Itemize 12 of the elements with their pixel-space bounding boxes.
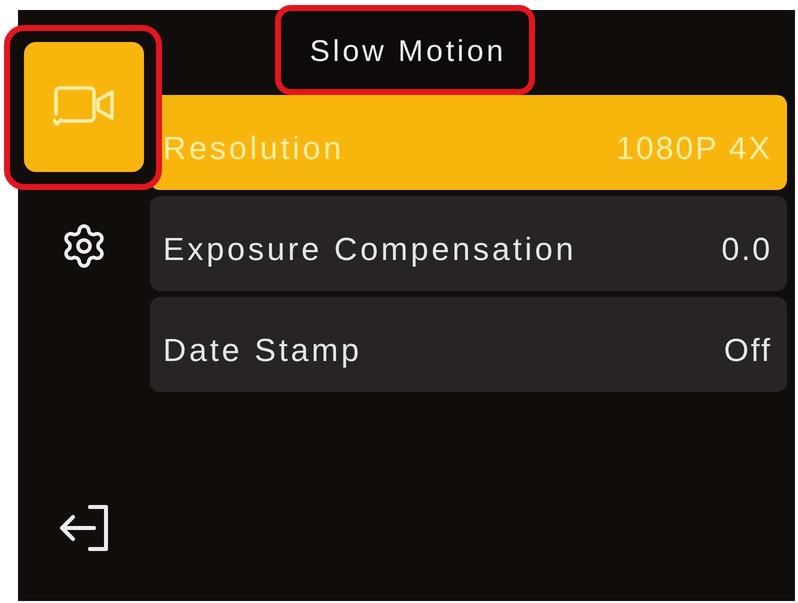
setting-value: 1080P 4X — [616, 129, 772, 167]
setting-value: Off — [724, 331, 772, 369]
exit-button[interactable] — [58, 503, 110, 553]
screen-title: Slow Motion — [310, 34, 506, 70]
exit-icon — [58, 503, 110, 553]
setting-label: Date Stamp — [163, 331, 362, 369]
setting-label: Exposure Compensation — [163, 230, 576, 268]
setting-label: Resolution — [163, 129, 344, 167]
menu-row[interactable]: Date Stamp Off — [150, 297, 787, 392]
setting-value: 0.0 — [722, 230, 772, 268]
video-camera-icon — [53, 85, 115, 129]
menu-row[interactable]: Exposure Compensation 0.0 — [150, 196, 787, 291]
